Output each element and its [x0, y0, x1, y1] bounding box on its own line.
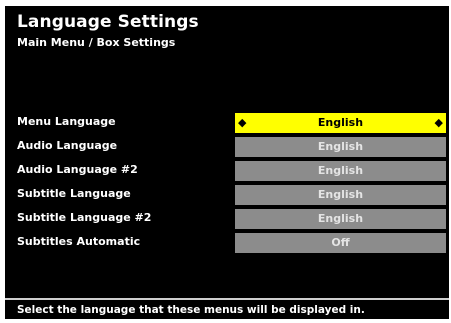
- setting-label: Menu Language: [17, 115, 116, 128]
- setting-label: Subtitles Automatic: [17, 235, 141, 248]
- audio-language-selector[interactable]: English: [235, 137, 446, 157]
- setting-label: Audio Language #2: [17, 163, 138, 176]
- setting-row-menu-language[interactable]: Menu Language ◆ English ◆: [5, 113, 449, 135]
- setting-label: Subtitle Language #2: [17, 211, 152, 224]
- subtitle-language-2-selector[interactable]: English: [235, 209, 446, 229]
- arrow-right-icon[interactable]: ◆: [435, 113, 443, 133]
- audio-language-2-selector[interactable]: English: [235, 161, 446, 181]
- selector-value: Off: [331, 236, 350, 249]
- breadcrumb: Main Menu / Box Settings: [17, 36, 176, 49]
- help-bar: Select the language that these menus wil…: [5, 298, 449, 319]
- setting-row-subtitle-language[interactable]: Subtitle Language English: [5, 185, 449, 207]
- setting-row-audio-language[interactable]: Audio Language English: [5, 137, 449, 159]
- setting-row-subtitle-language-2[interactable]: Subtitle Language #2 English: [5, 209, 449, 231]
- subtitles-automatic-selector[interactable]: Off: [235, 233, 446, 253]
- selector-value: English: [317, 164, 364, 177]
- arrow-left-icon[interactable]: ◆: [238, 113, 246, 133]
- selector-value: English: [317, 116, 364, 129]
- setting-label: Subtitle Language: [17, 187, 131, 200]
- subtitle-language-selector[interactable]: English: [235, 185, 446, 205]
- language-settings-screen: Language Settings Main Menu / Box Settin…: [5, 6, 449, 319]
- setting-row-audio-language-2[interactable]: Audio Language #2 English: [5, 161, 449, 183]
- help-text: Select the language that these menus wil…: [17, 304, 365, 316]
- page-title: Language Settings: [17, 12, 199, 32]
- menu-language-selector[interactable]: ◆ English ◆: [235, 113, 446, 133]
- selector-value: English: [317, 188, 364, 201]
- selector-value: English: [317, 212, 364, 225]
- setting-label: Audio Language: [17, 139, 118, 152]
- selector-value: English: [317, 140, 364, 153]
- setting-row-subtitles-automatic[interactable]: Subtitles Automatic Off: [5, 233, 449, 255]
